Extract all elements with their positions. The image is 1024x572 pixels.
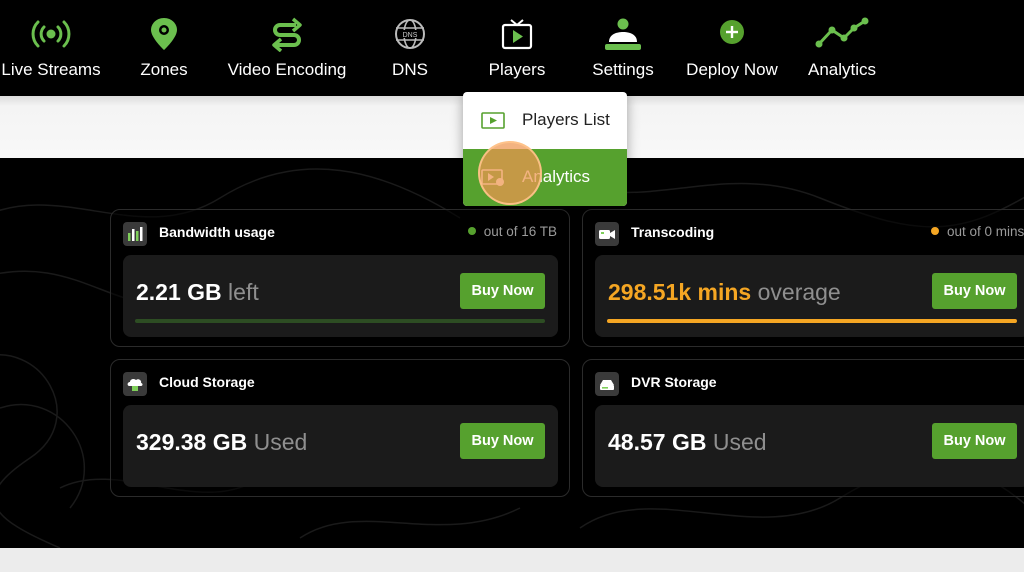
nav-label: DNS <box>392 60 428 79</box>
footer-bar <box>0 548 1024 572</box>
nav-deploy-now[interactable]: Deploy Now <box>684 0 780 96</box>
usage-panel: 298.51k mins overage Buy Now <box>595 255 1024 337</box>
menu-item-players-list[interactable]: Players List <box>463 92 627 149</box>
dns-icon-text: DNS <box>403 32 418 39</box>
buy-now-button[interactable]: Buy Now <box>932 273 1017 309</box>
nav-label: Players <box>488 60 546 79</box>
buy-now-button[interactable]: Buy Now <box>932 423 1017 459</box>
cloud-storage-icon <box>123 372 147 396</box>
usage-value: 2.21 GB left <box>136 279 259 306</box>
status-dot <box>931 227 939 235</box>
transcode-arrows-icon <box>272 17 302 52</box>
usage-dashboard: Bandwidth usage out of 16 TB 2.21 GB lef… <box>0 158 1024 548</box>
usage-progress-bar <box>135 319 545 323</box>
nav-settings[interactable]: Settings <box>588 0 658 96</box>
nav-live-streams[interactable]: Live Streams <box>0 0 102 96</box>
nav-dns[interactable]: DNS DNS <box>380 0 440 96</box>
video-camera-icon <box>595 222 619 246</box>
card-title: Transcoding <box>631 224 715 240</box>
map-pin-icon <box>151 18 177 50</box>
nav-label: Settings <box>592 60 654 79</box>
cloud-storage-card: Cloud Storage 329.38 GB Used Buy Now <box>110 359 570 497</box>
hard-drive-icon <box>595 372 619 396</box>
bandwidth-card: Bandwidth usage out of 16 TB 2.21 GB lef… <box>110 209 570 347</box>
nav-zones[interactable]: Zones <box>124 0 204 96</box>
usage-unit: Used <box>712 429 767 455</box>
usage-amount: 298.51k mins <box>608 279 752 305</box>
usage-panel: 48.57 GB Used Buy Now <box>595 405 1024 487</box>
nav-label: Zones <box>140 60 188 79</box>
menu-item-label: Players List <box>522 110 610 129</box>
nav-label: Analytics <box>807 60 877 79</box>
buy-now-button[interactable]: Buy Now <box>460 423 545 459</box>
usage-unit: Used <box>253 429 308 455</box>
usage-amount: 329.38 GB <box>136 429 248 455</box>
usage-value: 329.38 GB Used <box>136 429 307 456</box>
usage-panel: 329.38 GB Used Buy Now <box>123 405 558 487</box>
bandwidth-icon <box>123 222 147 246</box>
buy-now-button[interactable]: Buy Now <box>460 273 545 309</box>
nav-analytics[interactable]: Analytics <box>804 0 880 96</box>
nav-label: Video Encoding <box>227 60 347 79</box>
usage-limit: out of 16 TB <box>467 224 557 239</box>
card-title: Bandwidth usage <box>159 224 275 240</box>
dvr-storage-card: DVR Storage 48.57 GB Used Buy Now <box>582 359 1024 497</box>
user-settings-icon <box>605 18 641 50</box>
tv-play-icon <box>501 19 533 50</box>
usage-unit: overage <box>757 279 841 305</box>
play-window-icon <box>481 112 505 129</box>
card-title: Cloud Storage <box>159 374 255 390</box>
card-title: DVR Storage <box>631 374 717 390</box>
nav-video-encoding[interactable]: Video Encoding <box>226 0 348 96</box>
usage-value: 298.51k mins overage <box>608 279 841 306</box>
limit-text: out of 0 mins <box>947 224 1024 239</box>
plus-circle-icon <box>720 20 744 44</box>
usage-limit: out of 0 mins <box>931 224 1024 239</box>
usage-amount: 2.21 GB <box>136 279 222 305</box>
line-chart-icon <box>815 17 869 48</box>
transcoding-card: Transcoding out of 0 mins 298.51k mins o… <box>582 209 1024 347</box>
usage-amount: 48.57 GB <box>608 429 707 455</box>
broadcast-icon <box>31 20 71 48</box>
limit-text: out of 16 TB <box>483 224 557 239</box>
nav-players[interactable]: Players <box>480 0 554 96</box>
usage-unit: left <box>228 279 259 305</box>
status-dot <box>467 227 476 235</box>
click-indicator <box>478 141 542 205</box>
nav-label: Live Streams <box>1 60 101 79</box>
usage-panel: 2.21 GB left Buy Now <box>123 255 558 337</box>
nav-label: Deploy Now <box>686 60 778 79</box>
usage-progress-bar <box>607 319 1017 323</box>
usage-value: 48.57 GB Used <box>608 429 767 456</box>
globe-dns-icon: DNS <box>395 19 425 49</box>
top-navigation: Live Streams Zones Video Encoding DNS DN… <box>0 0 1024 96</box>
